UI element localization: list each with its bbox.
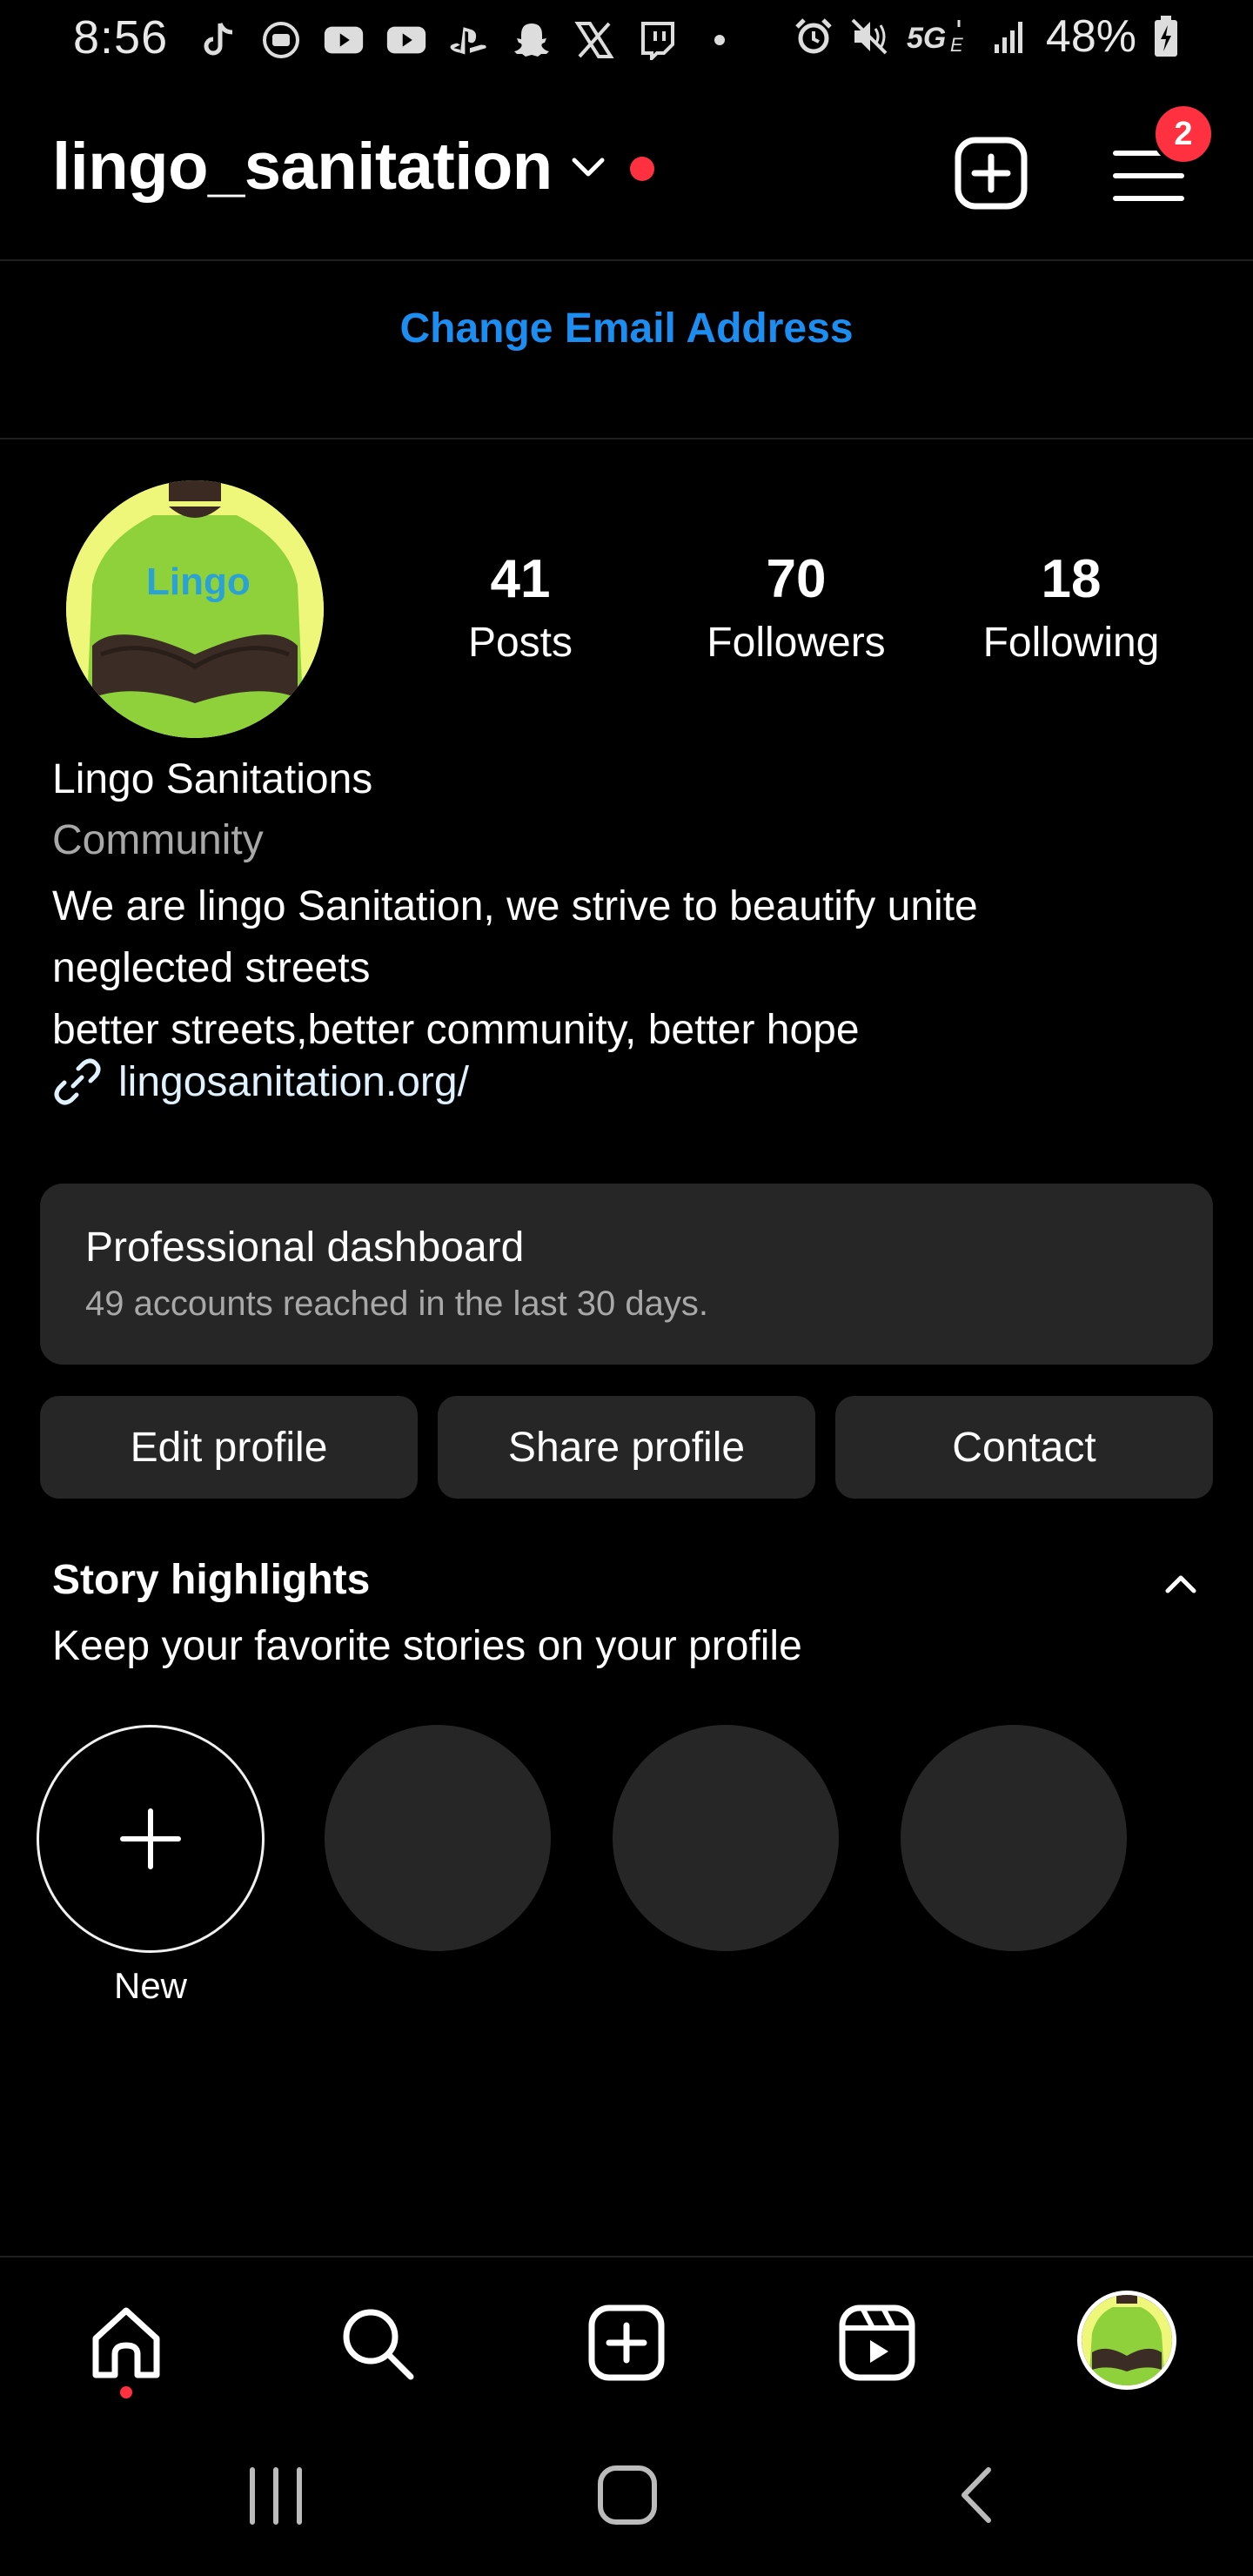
divider bbox=[0, 438, 1253, 439]
profile-display-name: Lingo Sanitations bbox=[52, 756, 373, 802]
following-count: 18 bbox=[1041, 549, 1102, 609]
highlight-placeholder bbox=[325, 1725, 551, 1951]
bio-line: We are lingo Sanitation, we strive to be… bbox=[52, 883, 978, 929]
profile-tab-avatar[interactable] bbox=[1077, 2291, 1176, 2390]
status-time: 8:56 bbox=[73, 11, 169, 64]
posts-count: 41 bbox=[490, 549, 551, 609]
posts-stat[interactable]: 41 Posts bbox=[407, 548, 633, 667]
following-label: Following bbox=[982, 620, 1160, 666]
plus-icon bbox=[120, 1808, 181, 1869]
followers-label: Followers bbox=[707, 620, 886, 666]
home-system-button[interactable] bbox=[595, 2463, 660, 2532]
create-tab[interactable] bbox=[585, 2301, 668, 2385]
professional-dashboard-card[interactable]: Professional dashboard 49 accounts reach… bbox=[40, 1184, 1213, 1365]
create-plus-icon bbox=[588, 2304, 665, 2381]
x-icon bbox=[574, 20, 614, 60]
alarm-icon bbox=[794, 17, 834, 57]
home-activity-dot bbox=[120, 2386, 132, 2398]
recent-apps-icon bbox=[250, 2467, 302, 2525]
back-system-button[interactable] bbox=[955, 2463, 997, 2532]
profile-website-link[interactable]: lingosanitation.org/ bbox=[52, 1057, 469, 1107]
story-highlights-title: Story highlights bbox=[52, 1557, 371, 1603]
notification-count-badge: 2 bbox=[1152, 103, 1215, 165]
divider bbox=[0, 259, 1253, 261]
new-highlight-label: New bbox=[113, 1965, 188, 2006]
media-icon bbox=[261, 20, 301, 60]
followers-stat[interactable]: 70 Followers bbox=[683, 548, 909, 667]
playstation-icon bbox=[449, 20, 489, 60]
dashboard-subtitle: 49 accounts reached in the last 30 days. bbox=[85, 1285, 709, 1323]
edit-profile-button[interactable]: Edit profile bbox=[40, 1396, 418, 1499]
home-square-icon bbox=[598, 2465, 657, 2525]
story-highlights-subtitle: Keep your favorite stories on your profi… bbox=[52, 1623, 802, 1669]
create-post-button[interactable] bbox=[954, 136, 1029, 211]
dashboard-title: Professional dashboard bbox=[85, 1224, 525, 1271]
reels-icon bbox=[839, 2304, 915, 2381]
collapse-chevron-up-icon[interactable] bbox=[1163, 1572, 1199, 1596]
5g-icon: 5G E bbox=[905, 17, 975, 57]
youtube-icon bbox=[386, 20, 426, 60]
highlight-placeholder bbox=[613, 1725, 839, 1951]
profile-avatar[interactable]: Lingo bbox=[66, 480, 324, 738]
posts-label: Posts bbox=[467, 620, 573, 666]
battery-percent: 48% bbox=[1045, 11, 1136, 62]
reels-tab[interactable] bbox=[835, 2301, 919, 2385]
avatar-logo-text: Lingo bbox=[146, 560, 251, 603]
home-icon bbox=[92, 2307, 160, 2378]
battery-icon bbox=[1152, 16, 1180, 57]
snapchat-icon bbox=[512, 20, 552, 60]
link-icon bbox=[52, 1057, 103, 1107]
unread-indicator-dot bbox=[630, 157, 654, 181]
profile-category: Community bbox=[52, 817, 264, 863]
following-stat[interactable]: 18 Following bbox=[958, 548, 1184, 667]
system-navigation-bar bbox=[0, 2418, 1253, 2576]
contact-button[interactable]: Contact bbox=[835, 1396, 1213, 1499]
status-system-icons: 5G E 48% bbox=[794, 10, 1180, 63]
tiktok-icon bbox=[198, 20, 238, 60]
bio-line: neglected streets bbox=[52, 945, 371, 991]
status-notification-icons bbox=[198, 14, 740, 66]
website-url[interactable]: lingosanitation.org/ bbox=[118, 1058, 469, 1106]
svg-text:E: E bbox=[950, 34, 963, 56]
twitch-icon bbox=[637, 20, 677, 60]
signal-icon bbox=[990, 17, 1030, 57]
youtube-icon bbox=[324, 20, 364, 60]
mute-icon bbox=[849, 17, 889, 57]
bio-line: better streets,better community, better … bbox=[52, 1007, 860, 1053]
profile-bio: We are lingo Sanitation, we strive to be… bbox=[52, 875, 1201, 1061]
search-tab[interactable] bbox=[335, 2301, 419, 2385]
account-switcher-chevron-icon[interactable] bbox=[569, 155, 607, 181]
recent-apps-button[interactable] bbox=[244, 2465, 308, 2532]
share-profile-button[interactable]: Share profile bbox=[438, 1396, 815, 1499]
back-chevron-icon bbox=[962, 2467, 991, 2523]
account-username[interactable]: lingo_sanitation bbox=[52, 129, 553, 205]
home-tab[interactable] bbox=[84, 2301, 168, 2385]
dot-icon bbox=[700, 20, 740, 60]
search-icon bbox=[343, 2309, 414, 2380]
followers-count: 70 bbox=[766, 549, 827, 609]
svg-text:5G: 5G bbox=[907, 22, 946, 55]
new-highlight-button[interactable] bbox=[37, 1725, 265, 1953]
bottom-navigation bbox=[0, 2256, 1253, 2418]
change-email-link[interactable]: Change Email Address bbox=[0, 305, 1253, 352]
status-bar: 8:56 5G E 48% bbox=[0, 0, 1253, 80]
highlight-placeholder bbox=[901, 1725, 1127, 1951]
